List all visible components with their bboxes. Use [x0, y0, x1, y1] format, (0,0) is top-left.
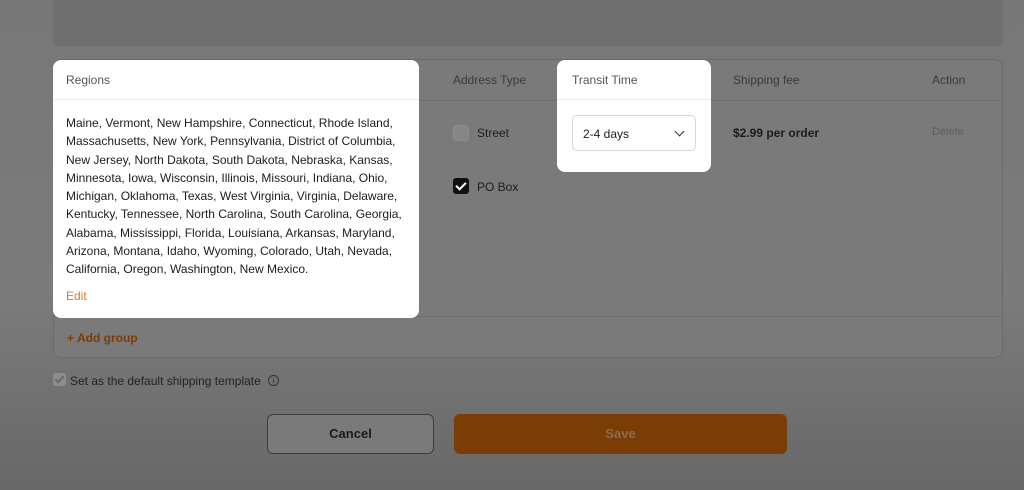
transit-time-select[interactable]: 2-4 days — [572, 115, 696, 151]
top-panel — [53, 0, 1003, 46]
street-checkbox[interactable] — [453, 125, 469, 141]
regions-header: Regions — [53, 60, 419, 100]
po-box-checkbox[interactable] — [453, 178, 469, 194]
info-icon[interactable]: i — [268, 375, 279, 386]
column-header-action: Action — [932, 73, 966, 87]
street-label: Street — [477, 126, 510, 140]
column-header-address-type: Address Type — [453, 73, 527, 87]
chevron-down-icon — [674, 126, 685, 137]
transit-time-value: 2-4 days — [583, 127, 630, 141]
regions-popup: Regions Maine, Vermont, New Hampshire, C… — [53, 60, 419, 318]
po-box-label: PO Box — [477, 180, 519, 194]
shipping-fee-value: $2.99 per order — [733, 126, 820, 140]
cancel-button[interactable]: Cancel — [267, 414, 434, 454]
plus-icon: + — [67, 331, 75, 345]
default-template-label: Set as the default shipping template — [70, 374, 261, 388]
add-group-label: Add group — [77, 331, 138, 345]
save-button[interactable]: Save — [454, 414, 787, 454]
transit-time-popup: Transit Time 2-4 days — [557, 60, 711, 172]
edit-regions-link[interactable]: Edit — [66, 289, 87, 303]
transit-time-header: Transit Time — [557, 60, 711, 100]
add-group-button[interactable]: + Add group — [67, 331, 138, 345]
default-template-checkbox[interactable] — [53, 373, 66, 386]
delete-link[interactable]: Delete — [932, 126, 964, 138]
regions-list-text: Maine, Vermont, New Hampshire, Connectic… — [66, 116, 402, 277]
column-header-shipping-fee: Shipping fee — [733, 73, 800, 87]
